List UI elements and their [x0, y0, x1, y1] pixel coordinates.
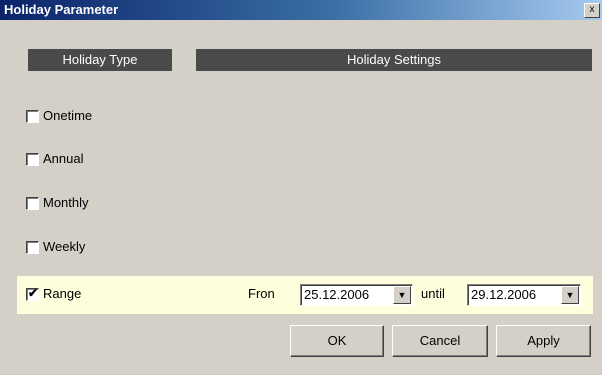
from-date-combo[interactable]: 25.12.2006 ▼ [300, 284, 413, 306]
from-label: Fron [248, 286, 275, 301]
range-checkbox[interactable]: ✔ [26, 286, 39, 301]
window-title: Holiday Parameter [4, 2, 119, 17]
weekly-label: Weekly [43, 239, 86, 254]
chevron-down-icon[interactable]: ▼ [393, 286, 411, 304]
onetime-label: Onetime [43, 108, 93, 123]
from-date-value: 25.12.2006 [304, 287, 370, 302]
holiday-settings-header: Holiday Settings [196, 49, 592, 71]
ok-button[interactable]: OK [290, 325, 384, 357]
holiday-type-header: Holiday Type [28, 49, 172, 71]
cancel-button[interactable]: Cancel [392, 325, 488, 357]
apply-button[interactable]: Apply [496, 325, 591, 357]
until-date-value: 29.12.2006 [471, 287, 537, 302]
annual-label: Annual [43, 151, 84, 166]
monthly-checkbox[interactable] [26, 197, 39, 210]
until-date-combo[interactable]: 29.12.2006 ▼ [467, 284, 581, 306]
checkmark-icon: ✔ [28, 286, 39, 300]
until-label: until [421, 286, 445, 301]
monthly-label: Monthly [43, 195, 89, 210]
chevron-down-icon[interactable]: ▼ [561, 286, 579, 304]
range-label: Range [43, 286, 82, 301]
annual-checkbox[interactable] [26, 153, 39, 166]
range-row: ✔ Range Fron 25.12.2006 ▼ until 29.12.20… [17, 276, 593, 314]
onetime-checkbox[interactable] [26, 110, 39, 123]
close-icon[interactable]: x [584, 3, 600, 18]
title-bar[interactable]: Holiday Parameter x [0, 0, 602, 20]
holiday-parameter-dialog: Holiday Parameter x Holiday Type Holiday… [0, 0, 602, 375]
weekly-checkbox[interactable] [26, 241, 39, 254]
